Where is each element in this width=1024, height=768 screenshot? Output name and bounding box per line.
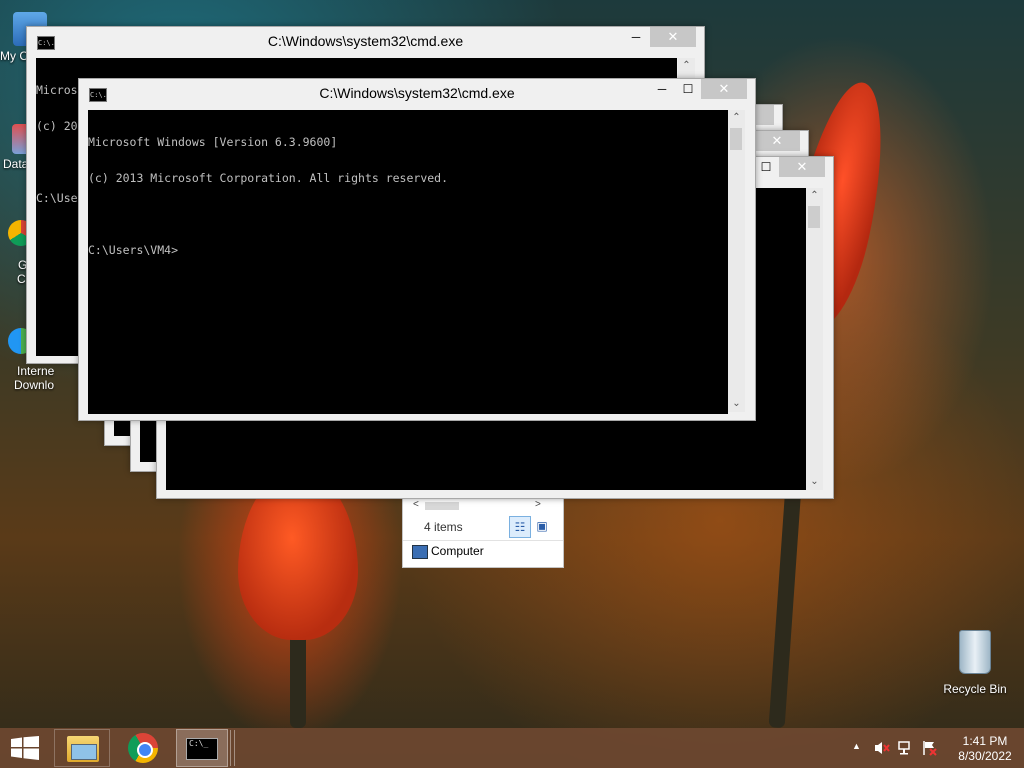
- close-button[interactable]: ✕: [701, 79, 747, 99]
- scroll-left-button[interactable]: <: [413, 499, 419, 510]
- recycle-bin-icon: [959, 630, 991, 674]
- close-button[interactable]: ✕: [779, 157, 825, 177]
- file-explorer-icon-detail: [71, 744, 97, 760]
- windows-logo-icon: [11, 736, 39, 760]
- file-explorer-window[interactable]: < > 4 items ☷ ▣ Computer: [402, 496, 564, 568]
- item-count: 4 items: [424, 520, 463, 534]
- cmd-window-front[interactable]: C:\. C:\Windows\system32\cmd.exe ─ ☐ ✕ M…: [78, 78, 756, 421]
- scroll-up-button[interactable]: ⌃: [678, 58, 695, 74]
- scroll-thumb[interactable]: [425, 502, 459, 510]
- taskbar-file-explorer[interactable]: [54, 729, 110, 767]
- desktop-icon-label: Downlo: [14, 378, 55, 392]
- clock-date: 8/30/2022: [958, 749, 1012, 763]
- close-button[interactable]: ✕: [650, 27, 696, 47]
- taskbar-chrome[interactable]: [114, 729, 172, 767]
- taskbar: C:\_ ▲ 1:41 PM 8/30/2022: [0, 728, 1024, 768]
- console-prompt: C:\Users\VM4>: [88, 243, 179, 257]
- horizontal-scrollbar[interactable]: < >: [411, 499, 541, 513]
- large-icons-view-icon[interactable]: ▣: [532, 516, 552, 536]
- maximize-button[interactable]: ☐: [753, 157, 779, 177]
- scroll-right-button[interactable]: >: [535, 499, 541, 510]
- minimize-button[interactable]: ─: [649, 79, 675, 99]
- taskbar-cmd[interactable]: C:\_: [176, 729, 228, 767]
- clock-time: 1:41 PM: [962, 734, 1008, 748]
- vertical-scrollbar[interactable]: ⌃ ⌄: [806, 188, 823, 490]
- console-line: (c) 2013 Microsoft Corporation. All righ…: [88, 171, 449, 185]
- maximize-button[interactable]: ☐: [675, 79, 701, 99]
- start-button[interactable]: [0, 729, 50, 767]
- close-button[interactable]: ✕: [754, 131, 800, 151]
- show-hidden-icons-button[interactable]: ▲: [852, 741, 861, 751]
- desktop-icon-label: Interne: [17, 364, 55, 378]
- title-bar[interactable]: C:\. C:\Windows\system32\cmd.exe ─ ☐ ✕: [79, 79, 755, 109]
- scroll-thumb[interactable]: [808, 206, 820, 228]
- details-view-icon[interactable]: ☷: [509, 516, 531, 538]
- minimize-button[interactable]: ─: [623, 27, 649, 47]
- volume-muted-icon[interactable]: [874, 740, 890, 756]
- scroll-up-button[interactable]: ⌃: [728, 110, 745, 126]
- console-output[interactable]: Microsoft Windows [Version 6.3.9600] (c)…: [88, 110, 728, 414]
- scroll-thumb[interactable]: [730, 128, 742, 150]
- scroll-down-button[interactable]: ⌄: [806, 474, 823, 490]
- desktop-icon-recycle-bin[interactable]: Recycle Bin: [937, 630, 1013, 696]
- chrome-icon-center: [137, 742, 153, 758]
- window-title: C:\Windows\system32\cmd.exe: [267, 33, 464, 49]
- computer-icon: [412, 545, 428, 559]
- action-center-flag-icon[interactable]: [922, 740, 938, 756]
- scroll-down-button[interactable]: ⌄: [728, 396, 745, 412]
- divider: [403, 540, 563, 541]
- scroll-up-button[interactable]: ⌃: [806, 188, 823, 204]
- network-icon[interactable]: [898, 740, 914, 756]
- title-bar[interactable]: C:\. C:\Windows\system32\cmd.exe ─ ☐ ✕: [27, 27, 704, 57]
- system-clock[interactable]: 1:41 PM 8/30/2022: [950, 734, 1020, 764]
- cmd-icon: C:\_: [186, 738, 218, 760]
- location-label: Computer: [431, 544, 484, 558]
- taskbar-cmd-stack: [230, 730, 235, 766]
- desktop-icon-label: Recycle Bin: [943, 682, 1007, 696]
- vertical-scrollbar[interactable]: ⌃ ⌄: [728, 110, 745, 412]
- console-line: Microsoft Windows [Version 6.3.9600]: [88, 135, 338, 149]
